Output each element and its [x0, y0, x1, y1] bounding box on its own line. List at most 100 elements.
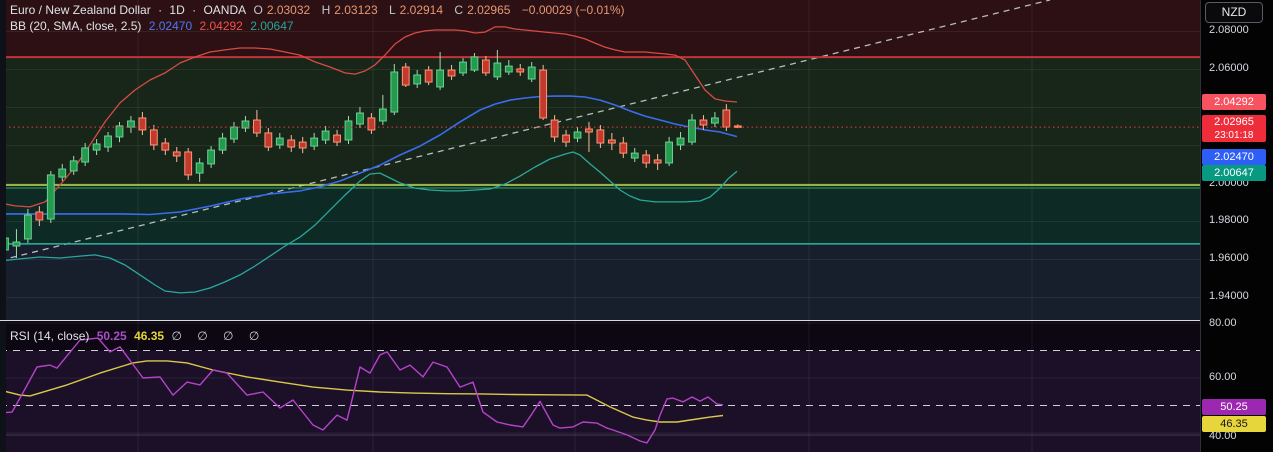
candle-body [733, 125, 742, 128]
candle-body [287, 139, 296, 148]
trading-chart-window: Euro / New Zealand Dollar · 1D · OANDA O… [0, 0, 1273, 452]
candle-body [459, 61, 467, 74]
bb-upper-value: 2.04292 [199, 19, 243, 33]
rsi-empty-values: ∅ ∅ ∅ ∅ [171, 329, 266, 343]
symbol-title[interactable]: Euro / New Zealand Dollar [10, 3, 151, 17]
candle-body [436, 69, 445, 88]
close-label: C 2.02965 [454, 3, 511, 17]
candle-body [356, 112, 364, 125]
candle-body [184, 151, 193, 176]
current-price-value: 2.02965 [1214, 116, 1254, 128]
axis-label: 2.06000 [1209, 62, 1249, 74]
axis-label-rsi: 80.00 [1209, 317, 1237, 329]
candle-body [493, 62, 502, 78]
candle-body [298, 141, 307, 149]
support-zone [0, 185, 1200, 244]
candle-body [711, 117, 719, 124]
candle-body [69, 160, 78, 172]
candle-body [264, 132, 273, 148]
rsi-ma-value: 46.35 [134, 329, 165, 343]
axis-label: 1.98000 [1209, 214, 1249, 226]
rsi-legend[interactable]: RSI (14, close) 50.25 46.35 ∅ ∅ ∅ ∅ [10, 329, 269, 343]
candle-body [81, 147, 90, 163]
exchange-label[interactable]: OANDA [203, 3, 246, 17]
candle-body [676, 137, 685, 146]
candle-body [161, 142, 170, 151]
candle-body [527, 66, 536, 80]
candle-body [699, 119, 708, 126]
legend-dot: · [158, 3, 163, 17]
candle-body [688, 119, 696, 143]
candle-body [58, 168, 67, 178]
left-edge-strip [0, 0, 6, 452]
rsi-main-value: 50.25 [96, 329, 127, 343]
change-label: −0.00029 (−0.01%) [521, 3, 625, 17]
candle-body [619, 142, 628, 154]
pane-separator[interactable] [0, 320, 1200, 321]
candle-body [550, 119, 559, 138]
rsi-value-badge: 50.25 [1202, 399, 1266, 415]
current-price-badge: 2.02965 23:01:18 [1202, 115, 1266, 142]
symbol-legend[interactable]: Euro / New Zealand Dollar · 1D · OANDA O… [10, 3, 629, 17]
candle-body [172, 151, 181, 157]
axis-label: 1.94000 [1209, 290, 1249, 302]
currency-toggle-button[interactable]: NZD [1205, 2, 1263, 23]
candle-body [630, 152, 639, 159]
bb-legend[interactable]: BB (20, SMA, close, 2.5) 2.02470 2.04292… [10, 19, 298, 33]
candle-body [12, 241, 21, 247]
candle-body [653, 159, 662, 164]
price-axis[interactable]: NZD 2.08000 2.06000 2.04000 2.00000 1.98… [1200, 0, 1273, 452]
high-label: H 2.03123 [321, 3, 378, 17]
candle-body [253, 119, 261, 134]
candle-body [470, 56, 479, 71]
candle-body [138, 117, 147, 131]
candle-body [585, 128, 593, 133]
legend-dot: · [192, 3, 197, 17]
candle-body [573, 131, 582, 139]
candle-body [127, 120, 135, 128]
candle-body [413, 74, 422, 85]
candle-body [642, 154, 651, 164]
bb-lower-price-badge: 2.00647 [1202, 165, 1266, 181]
candle-body [46, 174, 55, 220]
bb-lower-value: 2.00647 [250, 19, 294, 33]
candle-body [596, 129, 605, 144]
axis-label-rsi: 60.00 [1209, 371, 1237, 383]
axis-label: 1.96000 [1209, 252, 1249, 264]
countdown-timer: 23:01:18 [1214, 130, 1254, 141]
candle-body [321, 130, 330, 141]
bb-basis-price-badge: 2.02470 [1202, 149, 1266, 165]
candle-body [516, 68, 525, 73]
candle-body [482, 59, 490, 74]
candle-body [92, 143, 101, 151]
candle-body [447, 69, 456, 77]
lower-zone [0, 243, 1200, 320]
bb-indicator-label[interactable]: BB (20, SMA, close, 2.5) [10, 19, 141, 33]
candle-body [207, 149, 215, 165]
candle-body [390, 71, 399, 113]
candle-body [562, 134, 570, 143]
candle-body [665, 141, 674, 164]
candle-body [149, 129, 158, 146]
candle-body [378, 108, 387, 122]
candle-body [310, 137, 319, 147]
candle-body [333, 134, 341, 143]
candle-body [401, 66, 410, 86]
timeframe-label[interactable]: 1D [169, 3, 184, 17]
rsi-indicator-label[interactable]: RSI (14, close) [10, 329, 89, 343]
candle-body [275, 137, 284, 146]
candle-body [367, 117, 376, 131]
candle-body [424, 69, 433, 83]
main-zone [0, 57, 1200, 186]
candle-body [539, 69, 548, 119]
candle-body [35, 211, 44, 221]
candle-body [504, 65, 513, 73]
price-pane-canvas[interactable] [0, 0, 1200, 320]
candle-body [218, 137, 227, 151]
axis-label: 2.08000 [1209, 24, 1249, 36]
candle-body [230, 126, 238, 140]
candle-body [722, 109, 731, 128]
candle-body [195, 162, 204, 174]
candle-body [104, 135, 112, 148]
rsi-ma-value-badge: 46.35 [1202, 416, 1266, 432]
